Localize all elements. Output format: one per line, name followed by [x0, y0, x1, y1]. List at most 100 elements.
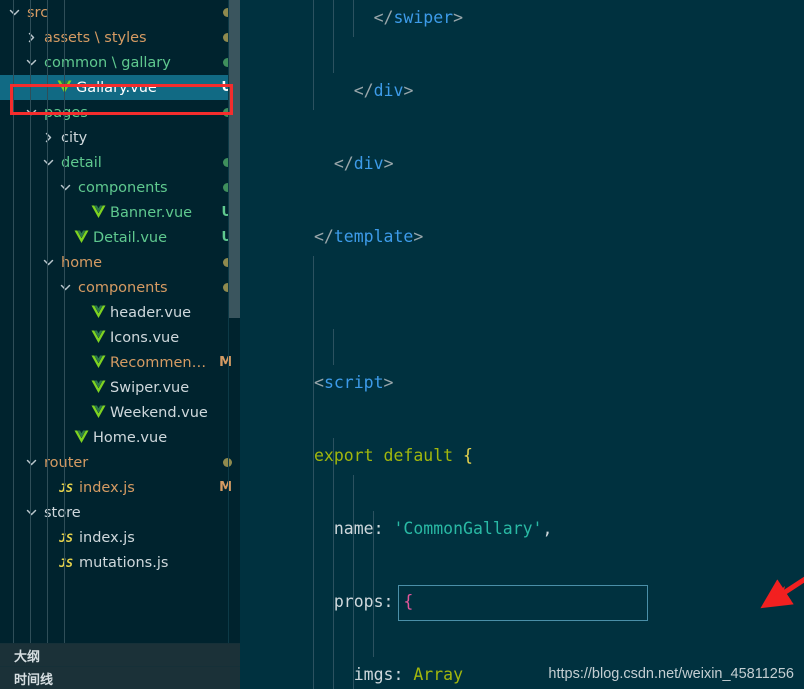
code-line-13[interactable]: </template> [240, 219, 804, 256]
code-line-18[interactable]: props: { [240, 584, 804, 621]
file-tree[interactable]: src assets \ styles common \ gallary Gallar… [0, 0, 240, 643]
code-token: div [373, 81, 404, 100]
tree-item-store-index-js[interactable]: JS index.js [0, 525, 240, 550]
tree-item-label: Detail.vue [93, 229, 168, 246]
editor-indent-guide [313, 401, 314, 438]
code-token: props: [314, 592, 404, 611]
panel-timeline[interactable]: 时间线 [0, 666, 240, 689]
chevron-down-icon[interactable] [23, 500, 39, 525]
code-token: </ [333, 154, 354, 173]
editor-indent-guide [332, 584, 334, 621]
watermark-url: https://blog.csdn.net/weixin_45811256 [548, 666, 794, 682]
chevron-down-icon[interactable] [40, 250, 56, 275]
tree-item-detail[interactable]: detail [0, 150, 240, 175]
tree-item-label: Icons.vue [110, 329, 180, 346]
code-token: template [333, 227, 414, 246]
code-line-14[interactable] [240, 292, 804, 329]
code-text: </div> [314, 146, 394, 183]
tree-item-home-vue[interactable]: Home.vue [0, 425, 240, 450]
chevron-right-icon[interactable] [23, 25, 39, 50]
code-line-12[interactable]: </div> [240, 146, 804, 183]
tree-item-store-mutations-js[interactable]: JS mutations.js [0, 550, 240, 575]
tree-item-icons-vue[interactable]: Icons.vue [0, 325, 240, 350]
code-token: Array [413, 665, 464, 684]
editor-indent-guide [372, 620, 374, 657]
explorer-scrollbar-track[interactable] [229, 0, 240, 643]
tree-item-label: header.vue [110, 304, 192, 321]
tree-item-recommend-vue[interactable]: Recommend.vueM [0, 350, 240, 375]
chevron-down-icon[interactable] [23, 450, 39, 475]
chevron-down-icon[interactable] [23, 100, 39, 125]
code-token: { [403, 592, 414, 611]
tree-item-home-components[interactable]: components [0, 275, 240, 300]
tree-item-label: index.js [79, 529, 135, 546]
tree-item-home[interactable]: home [0, 250, 240, 275]
editor-indent-guide [313, 511, 314, 548]
js-file-icon: JS [59, 555, 73, 570]
editor-indent-guide [313, 73, 314, 110]
chevron-down-icon[interactable] [6, 0, 22, 25]
tree-item-src[interactable]: src [0, 0, 240, 25]
tree-item-pages[interactable]: pages [0, 100, 240, 125]
code-text: props: { [314, 584, 413, 621]
code-token: > [383, 154, 394, 173]
js-file-icon: JS [59, 480, 73, 495]
editor-indent-guide [313, 584, 314, 621]
editor-indent-guide [352, 584, 354, 621]
code-text: export default { [314, 438, 473, 475]
chevron-down-icon[interactable] [23, 50, 39, 75]
editor-indent-guide [332, 620, 334, 657]
code-token: > [453, 8, 464, 27]
tree-item-swiper-vue[interactable]: Swiper.vue [0, 375, 240, 400]
tree-item-label: index.js [79, 479, 135, 496]
editor-indent-guide [332, 474, 334, 511]
editor-indent-guide [352, 511, 354, 548]
code-line-11[interactable]: </div> [240, 73, 804, 110]
vue-file-icon [73, 225, 90, 250]
tree-item-banner-vue[interactable]: Banner.vue U [0, 200, 240, 225]
code-line-15[interactable]: <script> [240, 365, 804, 402]
tree-item-assets-styles[interactable]: assets \ styles [0, 25, 240, 50]
code-token: { [463, 446, 473, 465]
explorer-scrollbar-thumb[interactable] [229, 0, 240, 318]
code-token: </ [373, 8, 394, 27]
chevron-down-icon[interactable] [57, 175, 73, 200]
panel-timeline-label: 时间线 [14, 672, 54, 688]
tree-item-common-gallary[interactable]: common \ gallary [0, 50, 240, 75]
editor-indent-guide [332, 657, 334, 689]
chevron-down-icon[interactable] [57, 275, 73, 300]
vue-file-icon [73, 425, 90, 450]
code-line-10[interactable]: </swiper> [240, 0, 804, 37]
tree-item-label: src [27, 4, 49, 21]
panel-outline-label: 大纲 [14, 649, 41, 665]
tree-item-header-vue[interactable]: header.vue [0, 300, 240, 325]
vue-file-icon [90, 200, 107, 225]
code-line-17[interactable]: name: 'CommonGallary', [240, 511, 804, 548]
code-line-16[interactable]: export default { [240, 438, 804, 475]
tree-item-city[interactable]: city [0, 125, 240, 150]
tree-item-router-index-js[interactable]: JS index.js M [0, 475, 240, 500]
chevron-down-icon[interactable] [40, 150, 56, 175]
tree-item-router[interactable]: router [0, 450, 240, 475]
code-token: , [542, 519, 553, 538]
code-editor[interactable]: </swiper> </div> </div> </template> <scrip… [240, 0, 804, 689]
vue-file-icon [90, 400, 107, 425]
tree-item-label: pages [44, 104, 88, 121]
tree-item-store[interactable]: store [0, 500, 240, 525]
tree-item-label: Weekend.vue [110, 404, 208, 421]
tree-item-label: home [61, 254, 103, 271]
panel-outline[interactable]: 大纲 [0, 643, 240, 666]
tree-item-weekend-vue[interactable]: Weekend.vue [0, 400, 240, 425]
chevron-right-icon[interactable] [40, 125, 56, 150]
code-lines[interactable]: </swiper> </div> </div> </template> <scrip… [240, 0, 804, 689]
editor-indent-guide [313, 328, 314, 365]
tree-item-detail-components[interactable]: components [0, 175, 240, 200]
editor-indent-guide [313, 365, 314, 402]
tree-item-detail-vue[interactable]: Detail.vue U [0, 225, 240, 250]
editor-indent-guide [313, 255, 314, 292]
tree-item-gallary-vue[interactable]: Gallary.vue U [0, 75, 240, 100]
code-token: </ [353, 81, 374, 100]
